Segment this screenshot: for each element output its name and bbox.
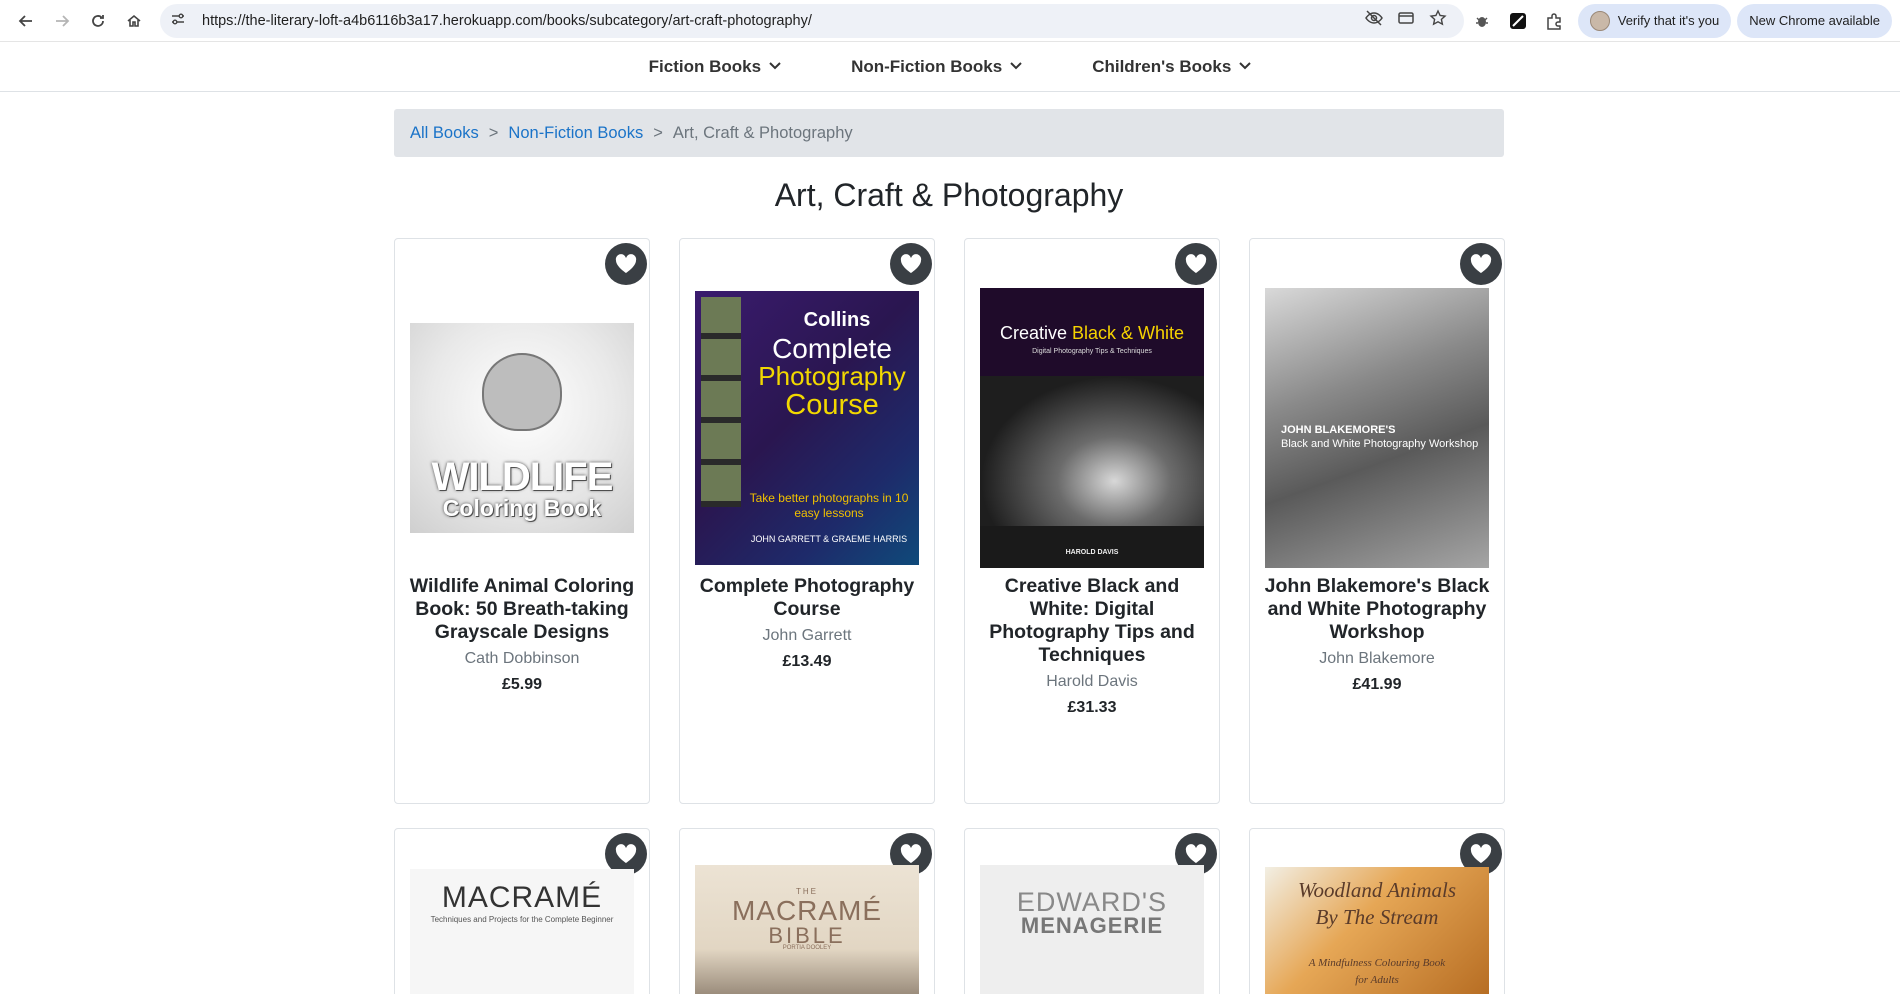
book-cover-image[interactable]: JOHN BLAKEMORE'S Black and White Photogr… bbox=[1265, 288, 1489, 568]
cover-author: HAROLD DAVIS bbox=[1065, 549, 1119, 556]
cover-author: PORTIA DOOLEY bbox=[782, 945, 832, 951]
pen-extension-icon[interactable] bbox=[1500, 3, 1536, 39]
cover-subtitle: Coloring Book bbox=[442, 495, 602, 521]
book-author: Cath Dobbinson bbox=[464, 650, 580, 667]
chrome-update-chip[interactable]: New Chrome available bbox=[1737, 3, 1892, 38]
heart-icon[interactable] bbox=[890, 243, 932, 285]
cover-author: JOHN BLAKEMORE'S bbox=[1281, 424, 1396, 436]
breadcrumb-current: Art, Craft & Photography bbox=[672, 123, 853, 142]
card-icon[interactable] bbox=[1390, 9, 1422, 32]
cover-title: MACRAMÉ bbox=[441, 881, 603, 914]
cover-tagline: Take better photographs in 10 easy lesso… bbox=[749, 491, 909, 520]
heart-icon[interactable] bbox=[1460, 243, 1502, 285]
cover-title-line: By The Stream bbox=[1315, 905, 1439, 929]
cover-title-bw: Black & White bbox=[1072, 323, 1185, 343]
cover-title: Black and White Photography Workshop bbox=[1281, 438, 1479, 450]
reload-icon[interactable] bbox=[80, 3, 116, 39]
book-cover-image[interactable]: MACRAMÉ Techniques and Projects for the … bbox=[410, 869, 634, 994]
book-grid: WILDLIFE Coloring Book Wildlife Animal C… bbox=[394, 238, 1505, 994]
address-bar[interactable]: https://the-literary-loft-a4b6116b3a17.h… bbox=[160, 3, 1464, 38]
site-navigation: Fiction Books Non-Fiction Books Children… bbox=[0, 42, 1900, 92]
cover-subtitle: Digital Photography Tips & Techniques bbox=[1032, 348, 1152, 355]
book-price: £5.99 bbox=[501, 676, 543, 693]
heart-icon[interactable] bbox=[605, 243, 647, 285]
chevron-down-icon bbox=[769, 61, 781, 73]
back-icon[interactable] bbox=[8, 3, 44, 39]
bookmark-star-icon[interactable] bbox=[1422, 9, 1454, 32]
book-cover-image[interactable]: EDWARD'S MENAGERIE bbox=[980, 865, 1204, 994]
cover-subtitle: Techniques and Projects for the Complete… bbox=[430, 915, 614, 924]
menu-non-fiction-books[interactable]: Non-Fiction Books bbox=[851, 57, 1022, 77]
home-icon[interactable] bbox=[116, 3, 152, 39]
menu-label: Children's Books bbox=[1092, 56, 1232, 76]
menu-fiction-books[interactable]: Fiction Books bbox=[649, 57, 781, 77]
book-card[interactable]: Creative Black & White Digital Photograp… bbox=[964, 238, 1220, 804]
eye-off-icon[interactable] bbox=[1358, 9, 1390, 32]
menu-label: Non-Fiction Books bbox=[851, 56, 1003, 76]
breadcrumb-non-fiction[interactable]: Non-Fiction Books bbox=[508, 124, 643, 143]
update-label: New Chrome available bbox=[1749, 13, 1880, 28]
book-price: £31.33 bbox=[1067, 699, 1117, 716]
book-cover-image[interactable]: THE MACRAMÉ BIBLE PORTIA DOOLEY bbox=[695, 865, 919, 994]
book-card[interactable]: Collins Complete Photography Course Take… bbox=[679, 238, 935, 804]
menu-childrens-books[interactable]: Children's Books bbox=[1092, 56, 1252, 77]
cover-title: WILDLIFE bbox=[431, 455, 614, 499]
url-text[interactable]: https://the-literary-loft-a4b6116b3a17.h… bbox=[194, 13, 1358, 29]
book-title[interactable]: Wildlife Animal Coloring Book: 50 Breath… bbox=[395, 575, 649, 644]
book-title[interactable]: Creative Black and White: Digital Photog… bbox=[965, 575, 1219, 667]
book-card[interactable]: EDWARD'S MENAGERIE bbox=[964, 828, 1220, 994]
breadcrumb-all-books[interactable]: All Books bbox=[410, 124, 479, 143]
cover-authors: JOHN GARRETT & GRAEME HARRIS bbox=[750, 534, 908, 544]
puzzle-icon[interactable] bbox=[1536, 3, 1572, 39]
book-card[interactable]: THE MACRAMÉ BIBLE PORTIA DOOLEY bbox=[679, 828, 935, 994]
profile-avatar bbox=[1589, 10, 1610, 31]
cover-title: Woodland Animals By The Stream bbox=[1265, 877, 1489, 931]
breadcrumb-separator: > bbox=[653, 123, 663, 142]
extension-icon[interactable] bbox=[1464, 3, 1500, 39]
book-cover-image[interactable]: Creative Black & White Digital Photograp… bbox=[980, 288, 1204, 568]
cover-publisher: Collins bbox=[803, 309, 871, 331]
book-price: £41.99 bbox=[1352, 676, 1402, 693]
book-card[interactable]: WILDLIFE Coloring Book Wildlife Animal C… bbox=[394, 238, 650, 804]
site-settings-icon[interactable] bbox=[170, 11, 194, 30]
book-title[interactable]: Complete Photography Course bbox=[680, 575, 934, 621]
book-title[interactable]: John Blakemore's Black and White Photogr… bbox=[1250, 575, 1504, 644]
breadcrumb: All Books > Non-Fiction Books > Art, Cra… bbox=[394, 109, 1504, 157]
forest-photo bbox=[980, 376, 1204, 526]
page-title: Art, Craft & Photography bbox=[774, 177, 1124, 213]
book-author: John Blakemore bbox=[1319, 650, 1435, 667]
breadcrumb-separator: > bbox=[488, 123, 499, 142]
browser-toolbar: https://the-literary-loft-a4b6116b3a17.h… bbox=[0, 0, 1900, 42]
book-card[interactable]: Woodland Animals By The Stream A Mindfuln… bbox=[1249, 828, 1505, 994]
book-cover-image[interactable]: Woodland Animals By The Stream A Mindfuln… bbox=[1265, 867, 1489, 994]
cover-title-line: Woodland Animals bbox=[1297, 878, 1457, 902]
mouse-illustration bbox=[482, 353, 562, 431]
book-author: Harold Davis bbox=[1046, 673, 1138, 690]
chevron-down-icon bbox=[1010, 61, 1022, 73]
cover-title: MENAGERIE bbox=[1020, 913, 1164, 938]
cover-title: Creative Black & White bbox=[980, 323, 1204, 344]
cover-title: Course bbox=[785, 389, 879, 421]
book-card[interactable]: MACRAMÉ Techniques and Projects for the … bbox=[394, 828, 650, 994]
cover-subtitle-line: A Mindfulness Colouring Book bbox=[1308, 957, 1446, 969]
verify-identity-chip[interactable]: Verify that it's you bbox=[1577, 3, 1732, 38]
photo-strip bbox=[701, 297, 741, 507]
chevron-down-icon bbox=[1239, 61, 1252, 73]
menu-label: Fiction Books bbox=[648, 56, 762, 76]
main-content: All Books > Non-Fiction Books > Art, Cra… bbox=[394, 109, 1505, 994]
heart-icon[interactable] bbox=[1175, 243, 1217, 285]
book-card[interactable]: JOHN BLAKEMORE'S Black and White Photogr… bbox=[1249, 238, 1505, 804]
verify-label: Verify that it's you bbox=[1617, 13, 1720, 28]
book-cover-image[interactable]: WILDLIFE Coloring Book bbox=[410, 323, 634, 533]
cover-title: Photography bbox=[758, 361, 906, 391]
forward-icon[interactable] bbox=[44, 3, 80, 39]
book-cover-image[interactable]: Collins Complete Photography Course Take… bbox=[695, 291, 919, 565]
book-author: John Garrett bbox=[762, 627, 852, 644]
book-price: £13.49 bbox=[782, 653, 832, 670]
cover-title-creative: Creative bbox=[999, 323, 1067, 343]
cover-subtitle-line: for Adults bbox=[1355, 974, 1399, 986]
cover-subtitle: A Mindfulness Colouring Book for Adults bbox=[1265, 955, 1489, 989]
